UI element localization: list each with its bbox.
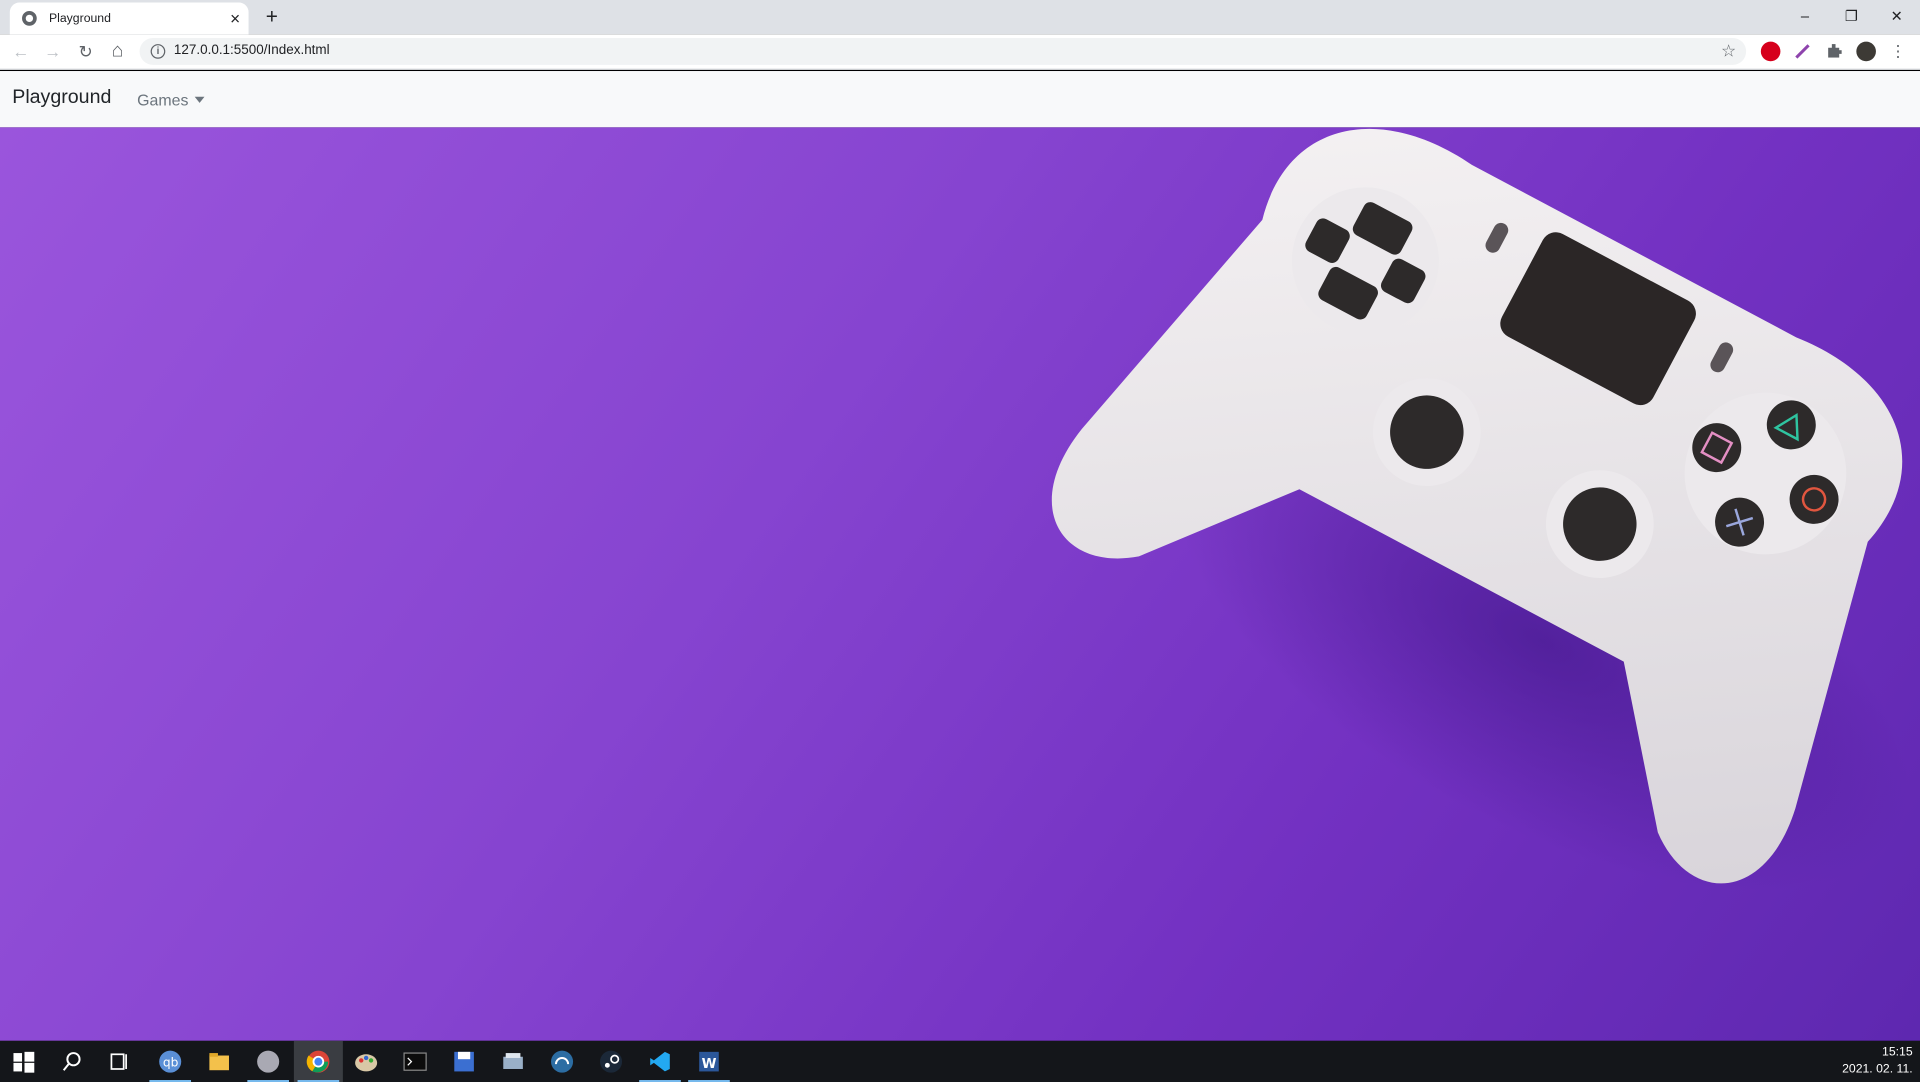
info-icon[interactable]: i [150, 44, 166, 59]
url-text[interactable]: 127.0.0.1:5500/Index.html [174, 43, 330, 58]
terminal-icon[interactable] [402, 1048, 429, 1075]
browser-tab[interactable]: Playground × [9, 2, 249, 35]
svg-text:qb: qb [163, 1056, 179, 1070]
search-icon[interactable] [59, 1048, 86, 1075]
forward-button[interactable]: → [40, 39, 64, 63]
windows-start-icon[interactable] [10, 1048, 37, 1075]
headset-icon[interactable] [549, 1048, 576, 1075]
windows-taskbar: qb W 15:15 2021. 02. 11. [0, 1040, 1920, 1082]
svg-text:W: W [702, 1057, 717, 1072]
address-bar[interactable]: i 127.0.0.1:5500/Index.html ☆ [139, 37, 1747, 65]
tab-title: Playground [48, 11, 111, 26]
system-clock[interactable]: 15:15 2021. 02. 11. [1842, 1044, 1913, 1078]
chrome-icon[interactable] [305, 1048, 332, 1075]
pen-extension-icon[interactable] [1793, 42, 1813, 62]
puzzle-extensions-icon[interactable] [1825, 42, 1845, 62]
task-view-icon[interactable] [107, 1048, 134, 1075]
new-tab-button[interactable]: + [260, 5, 284, 29]
qbittorrent-icon[interactable]: qb [157, 1048, 184, 1075]
restore-button[interactable]: ❐ [1829, 0, 1873, 32]
clock-date: 2021. 02. 11. [1842, 1062, 1913, 1077]
minimize-button[interactable]: – [1783, 0, 1827, 32]
bookmark-star-icon[interactable]: ☆ [1721, 40, 1736, 61]
browser-toolbar: ← → ↻ ⌂ i 127.0.0.1:5500/Index.html ☆ ⋮ [0, 34, 1920, 70]
word-icon[interactable]: W [696, 1048, 723, 1075]
browser-menu-button[interactable]: ⋮ [1886, 39, 1910, 63]
app-icon[interactable] [255, 1048, 282, 1075]
hero-image [0, 127, 1920, 1041]
back-button[interactable]: ← [9, 39, 33, 63]
adblock-plus-icon[interactable] [1760, 41, 1781, 62]
file-explorer-icon[interactable] [206, 1048, 233, 1075]
globe-icon [22, 11, 37, 26]
home-button[interactable]: ⌂ [105, 39, 129, 63]
close-window-button[interactable]: ✕ [1875, 0, 1919, 32]
profile-avatar-icon[interactable] [1856, 41, 1876, 62]
games-dropdown-label: Games [137, 90, 189, 109]
paint-icon[interactable] [353, 1048, 380, 1075]
caret-down-icon [194, 96, 205, 103]
save-disk-icon[interactable] [451, 1048, 478, 1075]
scanner-icon[interactable] [500, 1048, 527, 1075]
steam-icon[interactable] [598, 1048, 625, 1075]
navbar-brand[interactable]: Playground [12, 87, 111, 109]
game-controller-illustration [1051, 128, 1910, 892]
vscode-icon[interactable] [647, 1048, 674, 1075]
browser-tab-strip: Playground × + – ❐ ✕ [0, 0, 1920, 35]
reload-button[interactable]: ↻ [73, 39, 97, 63]
tab-close-icon[interactable]: × [222, 9, 249, 29]
clock-time: 15:15 [1882, 1045, 1913, 1060]
site-navbar: Playground Games [0, 71, 1920, 128]
games-dropdown[interactable]: Games [137, 90, 205, 109]
